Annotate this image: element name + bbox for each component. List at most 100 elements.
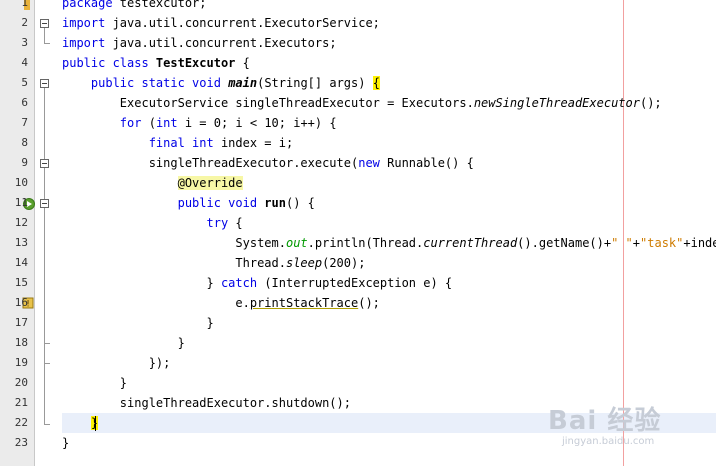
code-line: ExecutorService singleThreadExecutor = E… bbox=[62, 93, 662, 113]
code-token: run bbox=[264, 196, 286, 210]
code-line: public class TestExcutor { bbox=[62, 53, 250, 73]
code-token: singleThreadExecutor.execute( bbox=[62, 156, 359, 170]
line-number: 18 bbox=[14, 336, 28, 349]
line-number: 22 bbox=[14, 416, 28, 429]
code-token: out bbox=[285, 236, 308, 250]
fold-line bbox=[44, 88, 45, 424]
code-token: ().getName()+ bbox=[517, 236, 612, 250]
code-line: import java.util.concurrent.Executors; bbox=[62, 33, 337, 53]
code-token: (String[] args) bbox=[257, 76, 373, 90]
code-token: @Override bbox=[177, 176, 243, 190]
line-number: 19 bbox=[14, 356, 28, 369]
code-line: } bbox=[62, 373, 127, 393]
code-token: printStackTrace bbox=[249, 296, 359, 310]
fold-toggle-imports[interactable] bbox=[40, 19, 49, 28]
line-number: 16 bbox=[14, 296, 28, 309]
line-number: 8 bbox=[21, 136, 28, 149]
code-token: ( bbox=[148, 116, 156, 130]
code-token: } bbox=[62, 316, 214, 330]
code-token: (200); bbox=[322, 256, 366, 270]
line-number: 10 bbox=[14, 176, 28, 189]
fold-line bbox=[44, 28, 45, 43]
code-token: index = i; bbox=[220, 136, 294, 150]
line-number: 1 bbox=[21, 0, 28, 9]
code-token: new bbox=[358, 156, 388, 170]
code-token: TestExcutor bbox=[155, 56, 236, 70]
code-token: (); bbox=[639, 96, 662, 110]
code-token: .println(Thread. bbox=[307, 236, 424, 250]
code-line: Thread.sleep(200); bbox=[62, 253, 365, 273]
code-token: int bbox=[155, 116, 178, 130]
code-token: java.util.concurrent.ExecutorService; bbox=[112, 16, 380, 30]
code-token: (); bbox=[358, 296, 380, 310]
code-token: currentThread bbox=[423, 236, 518, 250]
code-token: " " bbox=[611, 236, 633, 250]
code-token: } bbox=[62, 276, 221, 290]
fold-toggle-main[interactable] bbox=[40, 79, 49, 88]
code-line: e.printStackTrace(); bbox=[62, 293, 380, 313]
code-token: { bbox=[235, 56, 250, 70]
code-token: import bbox=[62, 16, 113, 30]
code-token: Thread. bbox=[62, 256, 286, 270]
code-token: public static void bbox=[90, 76, 229, 90]
line-number: 15 bbox=[14, 276, 28, 289]
code-line: } bbox=[62, 333, 185, 353]
fold-end bbox=[44, 343, 50, 344]
text-caret bbox=[95, 416, 96, 431]
fold-column bbox=[34, 0, 56, 466]
line-number: 9 bbox=[21, 156, 28, 169]
line-number: 3 bbox=[21, 36, 28, 49]
code-token: e. bbox=[62, 296, 250, 310]
line-number: 7 bbox=[21, 116, 28, 129]
line-number: 2 bbox=[21, 16, 28, 29]
code-token: i = 0; i < 10; i++) { bbox=[177, 116, 337, 130]
code-token: System. bbox=[62, 236, 286, 250]
line-number: 13 bbox=[14, 236, 28, 249]
code-token: newSingleThreadExecutor bbox=[473, 96, 640, 110]
code-line: } bbox=[62, 413, 99, 433]
code-line: } catch (InterruptedException e) { bbox=[62, 273, 452, 293]
watermark-brand: Bai 经验 bbox=[548, 406, 662, 436]
code-token: main bbox=[228, 76, 258, 90]
fold-end bbox=[44, 363, 50, 364]
line-number: 12 bbox=[14, 216, 28, 229]
code-token: public class bbox=[62, 56, 156, 70]
line-number: 23 bbox=[14, 436, 28, 449]
fold-end bbox=[44, 424, 50, 425]
line-number: 21 bbox=[14, 396, 28, 409]
line-number: 11 bbox=[14, 196, 28, 209]
code-line: }); bbox=[62, 353, 171, 373]
code-editor[interactable]: package testexcutor; import java.util.con… bbox=[62, 0, 716, 466]
code-line: public static void main(String[] args) { bbox=[62, 73, 380, 93]
code-token: + bbox=[632, 236, 641, 250]
code-token: (InterruptedException e) { bbox=[264, 276, 453, 290]
line-number: 14 bbox=[14, 256, 28, 269]
code-line: public void run() { bbox=[62, 193, 315, 213]
fold-toggle-runnable[interactable] bbox=[40, 159, 49, 168]
code-line: try { bbox=[62, 213, 243, 233]
code-token: { bbox=[372, 76, 380, 90]
code-token: import bbox=[62, 36, 113, 50]
code-token: public void bbox=[177, 196, 265, 210]
watermark: Bai 经验 jingyan.baidu.com bbox=[548, 400, 662, 447]
watermark-url: jingyan.baidu.com bbox=[562, 436, 655, 447]
line-number: 4 bbox=[21, 56, 28, 69]
code-token: Runnable() { bbox=[387, 156, 474, 170]
code-line: singleThreadExecutor.shutdown(); bbox=[62, 393, 351, 413]
code-line: } bbox=[62, 433, 69, 453]
code-token: } bbox=[62, 376, 128, 390]
code-token: catch bbox=[220, 276, 265, 290]
line-number: 20 bbox=[14, 376, 28, 389]
code-token: for bbox=[119, 116, 149, 130]
code-token: () { bbox=[285, 196, 315, 210]
fold-toggle-run[interactable] bbox=[40, 199, 49, 208]
code-token: testexcutor; bbox=[119, 0, 207, 10]
line-number: 5 bbox=[21, 76, 28, 89]
